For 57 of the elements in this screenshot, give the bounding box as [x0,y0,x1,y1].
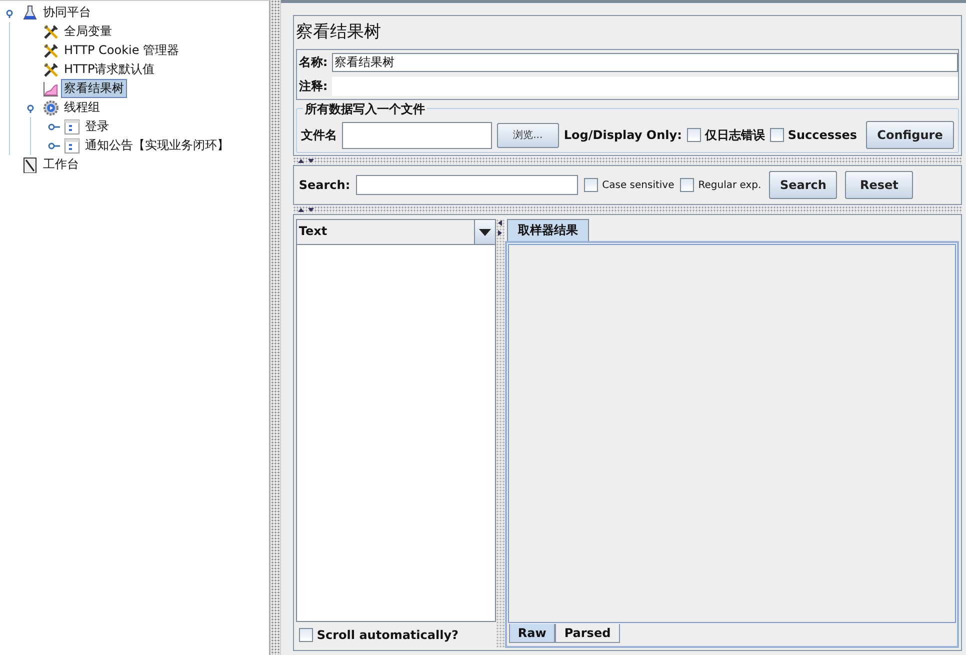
notepad-icon [22,156,38,172]
search-button[interactable]: Search [769,171,838,199]
tree-item[interactable]: 通知公告【实现业务闭环】 [82,136,232,155]
checkbox[interactable] [584,178,598,192]
tab[interactable]: Raw [508,624,556,643]
field-label: 文件名 [300,126,337,144]
search-field[interactable] [356,175,578,195]
checkbox-label[interactable]: Case sensitive [602,180,674,190]
tree-item[interactable]: HTTP Cookie 管理器 [61,41,182,60]
checkbox[interactable] [680,178,694,192]
chart-icon [43,80,59,96]
tree-item[interactable]: 全局变量 [61,22,115,41]
document-icon [64,138,80,154]
tree-item[interactable]: 登录 [82,117,112,136]
field-label: Log/Display Only: [564,128,682,142]
tree-item[interactable]: 察看结果树 [61,79,127,98]
group-title: 所有数据写入一个文件 [302,101,427,118]
name-field[interactable]: 察看结果树 [332,53,958,72]
comment-field[interactable] [332,77,958,96]
tools-icon [43,62,59,78]
collapse-arrows-icon [296,158,315,164]
splitter-handle[interactable] [270,0,281,655]
expand-toggle-icon[interactable] [48,140,60,150]
checkbox[interactable] [770,128,784,142]
checkbox-label[interactable]: Scroll automatically? [316,628,458,642]
filename-field[interactable] [342,122,492,148]
field-label: 名称: [298,54,328,71]
renderer-dropdown[interactable]: Text [296,219,496,245]
flask-icon [22,4,38,20]
tree-item[interactable]: HTTP请求默认值 [61,60,158,79]
reset-button[interactable]: Reset [845,171,914,199]
splitter-handle[interactable] [496,219,505,648]
browse-button[interactable]: 浏览... [496,122,559,148]
tools-icon [43,24,59,40]
panel-title: 察看结果树 [296,21,382,44]
splitter-handle[interactable] [292,157,962,164]
checkbox-label[interactable]: Regular exp. [698,180,762,190]
document-icon [64,118,80,134]
configure-button[interactable]: Configure [866,121,954,149]
expand-toggle-icon[interactable] [48,122,60,132]
field-label: Search: [298,178,350,192]
checkbox[interactable] [298,628,313,642]
collapse-arrows-icon [497,219,504,237]
collapse-arrows-icon [296,206,315,212]
checkbox[interactable] [686,128,701,142]
tools-icon [43,42,59,58]
field-label: 注释: [298,78,328,95]
checkbox-label[interactable]: Successes [788,128,857,142]
checkbox-label[interactable]: 仅日志错误 [704,126,765,144]
tree-item[interactable]: 工作台 [40,155,82,174]
tab[interactable]: 取样器结果 [506,219,589,241]
gear-icon [43,100,59,116]
splitter-handle[interactable] [292,206,962,213]
tab[interactable]: Parsed [555,624,620,643]
caret-icon [478,228,491,236]
tree-item[interactable]: 线程组 [61,98,103,117]
tree-item[interactable]: 协同平台 [40,3,94,22]
